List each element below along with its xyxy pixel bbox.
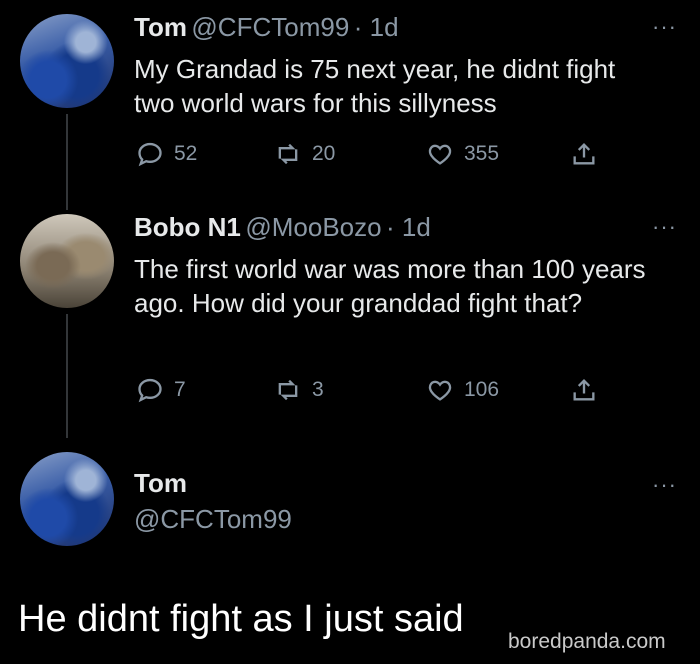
retweet-icon	[278, 143, 298, 165]
more-icon[interactable]: ···	[652, 472, 677, 498]
author-handle[interactable]: @CFCTom99	[191, 12, 349, 42]
retweet-button[interactable]: 3	[274, 376, 324, 404]
like-button[interactable]: 355	[426, 140, 499, 168]
more-icon[interactable]: ···	[652, 214, 677, 240]
like-count: 355	[464, 142, 500, 165]
reply-count: 52	[174, 142, 198, 165]
like-icon	[428, 380, 452, 401]
tweet-2-text: The first world war was more than 100 ye…	[134, 254, 646, 318]
profile-name[interactable]: Tom	[134, 468, 187, 499]
watermark: boredpanda.com	[508, 630, 666, 653]
reply-icon	[138, 142, 162, 167]
avatar-tom[interactable]	[20, 14, 114, 108]
author-name[interactable]: Tom	[134, 12, 187, 42]
retweet-count: 3	[312, 378, 324, 401]
share-button[interactable]	[570, 140, 598, 168]
reply-count: 7	[174, 378, 186, 401]
like-icon	[428, 144, 452, 165]
profile-handle[interactable]: @CFCTom99	[134, 504, 292, 535]
share-button[interactable]	[570, 376, 598, 404]
retweet-count: 20	[312, 142, 336, 165]
tweet-2-header: Bobo N1 @MooBozo · 1d	[134, 212, 431, 243]
like-button[interactable]: 106	[426, 376, 499, 404]
tweet-1-header: Tom @CFCTom99 · 1d	[134, 12, 399, 43]
tweet-time[interactable]: · 1d	[386, 212, 431, 242]
like-count: 106	[464, 378, 500, 401]
share-icon	[573, 143, 595, 165]
author-handle[interactable]: @MooBozo	[245, 212, 381, 242]
retweet-button[interactable]: 20	[274, 140, 335, 168]
reply-button[interactable]: 52	[136, 140, 197, 168]
author-name[interactable]: Bobo N1	[134, 212, 241, 242]
thread-line	[66, 114, 68, 210]
reply-icon	[138, 378, 162, 403]
more-icon[interactable]: ···	[652, 14, 677, 40]
reply-button[interactable]: 7	[136, 376, 186, 404]
avatar-bobo[interactable]	[20, 214, 114, 308]
tweet-1-text: My Grandad is 75 next year, he didnt fig…	[134, 54, 616, 118]
share-icon	[573, 379, 595, 401]
retweet-icon	[278, 379, 298, 401]
tweet-time[interactable]: · 1d	[354, 12, 399, 42]
avatar-tom[interactable]	[20, 452, 114, 546]
caption-text: He didnt fight as I just said	[18, 598, 464, 640]
thread-line	[66, 314, 68, 438]
